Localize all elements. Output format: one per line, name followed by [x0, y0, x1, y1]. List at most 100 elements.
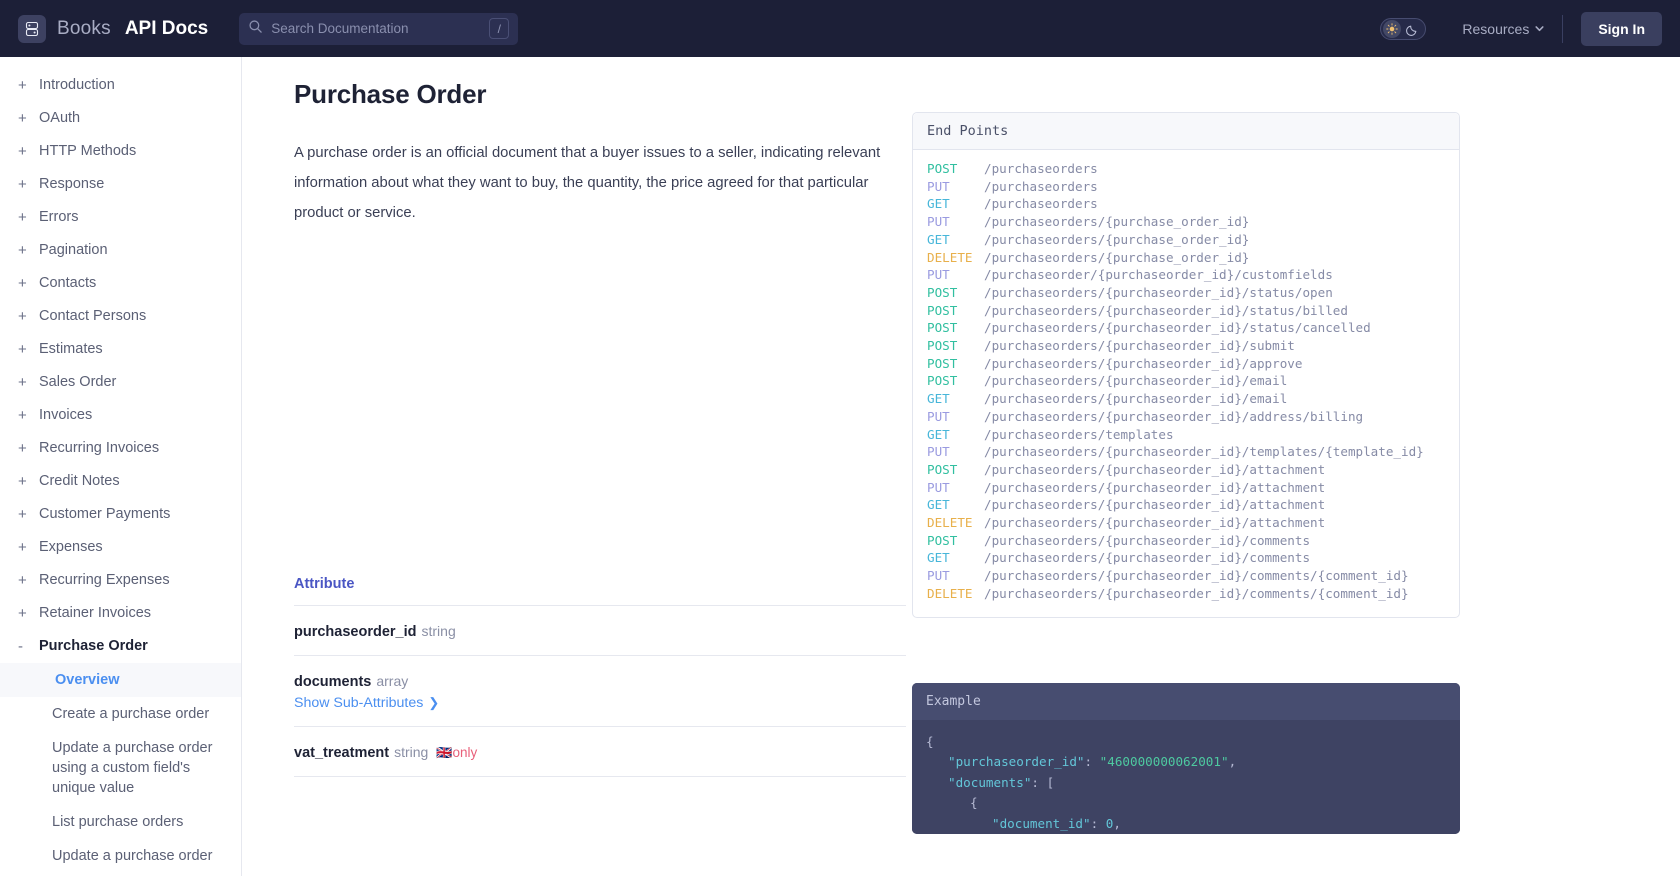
sidebar-nav[interactable]: + Introduction + OAuth + HTTP Methods + Respons… [0, 57, 242, 876]
endpoint-path: /purchaseorders [984, 161, 1098, 176]
endpoint-row[interactable]: PUT/purchaseorders/{purchaseorder_id}/co… [913, 567, 1459, 585]
theme-toggle[interactable] [1380, 17, 1427, 41]
search-container[interactable]: Search Documentation / [239, 12, 519, 45]
endpoint-row[interactable]: DELETE/purchaseorders/{purchaseorder_id}… [913, 514, 1459, 532]
sidebar-item-oauth[interactable]: + OAuth [0, 102, 241, 135]
sidebar-item-retainer-invoices[interactable]: + Retainer Invoices [0, 597, 241, 630]
endpoint-path: /purchaseorders/{purchaseorder_id}/comme… [984, 568, 1409, 584]
endpoint-method: GET [927, 231, 950, 247]
endpoint-row[interactable]: POST/purchaseorders/{purchaseorder_id}/s… [913, 284, 1459, 302]
endpoint-path: /purchaseorders/{purchaseorder_id}/comme… [984, 532, 1311, 548]
endpoint-row[interactable]: POST/purchaseorders/{purchaseorder_id}/s… [913, 302, 1459, 320]
uk-flag-icon: 🇬🇧 [436, 745, 453, 760]
endpoint-row[interactable]: PUT/purchaseorders/{purchaseorder_id}/te… [913, 443, 1459, 461]
signin-button[interactable]: Sign In [1581, 11, 1662, 46]
endpoint-row[interactable]: POST/purchaseorders/{purchaseorder_id}/s… [913, 319, 1459, 337]
endpoint-row[interactable]: POST/purchaseorders/{purchaseorder_id}/a… [913, 461, 1459, 479]
endpoint-method: POST [927, 532, 958, 548]
sidebar-item-label: Credit Notes [39, 473, 120, 489]
code-token-punc: { [970, 795, 978, 811]
code-token-punc: , [1113, 815, 1121, 831]
sidebar-item-sales-order[interactable]: + Sales Order [0, 366, 241, 399]
sidebar-item-customer-payments[interactable]: + Customer Payments [0, 498, 241, 531]
endpoint-row[interactable]: POST/purchaseorders/{purchaseorder_id}/e… [913, 372, 1459, 390]
endpoint-row[interactable]: PUT/purchaseorders/{purchaseorder_id}/at… [913, 479, 1459, 497]
sidebar-subitem-overview[interactable]: Overview [0, 663, 241, 697]
sidebar-subitem-create-a-purchase-order[interactable]: Create a purchase order [0, 697, 241, 731]
endpoint-path: /purchaseorders/{purchaseorder_id}/attac… [984, 515, 1326, 531]
sidebar-item-invoices[interactable]: + Invoices [0, 399, 241, 432]
sidebar-subitem-update-a-purchase-order[interactable]: Update a purchase order [0, 839, 241, 873]
endpoint-row[interactable]: GET/purchaseorders/templates [913, 426, 1459, 444]
sidebar-item-recurring-invoices[interactable]: + Recurring Invoices [0, 432, 241, 465]
sidebar-item-label: HTTP Methods [39, 143, 137, 159]
endpoint-method: DELETE [927, 249, 973, 265]
example-title: Example [912, 682, 1460, 720]
sidebar-item-errors[interactable]: + Errors [0, 201, 241, 234]
sidebar-item-label: Sales Order [39, 374, 117, 390]
sidebar-item-estimates[interactable]: + Estimates [0, 333, 241, 366]
sidebar-item-response[interactable]: + Response [0, 168, 241, 201]
sidebar-item-purchase-order[interactable]: - Purchase Order [0, 630, 241, 663]
endpoint-method: PUT [927, 568, 950, 584]
endpoint-row[interactable]: GET/purchaseorders/{purchaseorder_id}/em… [913, 390, 1459, 408]
attribute-type: array [376, 673, 409, 689]
endpoint-path: /purchaseorders/templates [984, 426, 1174, 442]
sidebar-item-expenses[interactable]: + Expenses [0, 531, 241, 564]
books-logo-icon [18, 14, 46, 43]
sidebar-item-contact-persons[interactable]: + Contact Persons [0, 300, 241, 333]
endpoint-method: GET [927, 497, 950, 513]
sidebar-subitem-list-purchase-orders[interactable]: List purchase orders [0, 805, 241, 839]
attribute-row: vat_treatment string 🇬🇧only [294, 727, 906, 777]
moon-icon [1406, 23, 1419, 41]
endpoint-row[interactable]: POST/purchaseorders/{purchaseorder_id}/s… [913, 337, 1459, 355]
header-actions: Resources Sign In [1380, 11, 1662, 46]
endpoints-list: POST/purchaseorders PUT/purchaseorders GET… [913, 150, 1459, 617]
sidebar-item-label: Response [39, 176, 105, 192]
page-title: Purchase Order [294, 79, 487, 109]
endpoint-row[interactable]: PUT/purchaseorders/{purchase_order_id} [913, 213, 1459, 231]
endpoint-path: /purchaseorders/{purchaseorder_id}/templ… [984, 444, 1424, 460]
endpoint-row[interactable]: PUT/purchaseorders/{purchaseorder_id}/ad… [913, 408, 1459, 426]
sidebar-item-pagination[interactable]: + Pagination [0, 234, 241, 267]
expand-icon: + [18, 341, 27, 358]
search-icon [248, 19, 263, 39]
show-sub-attributes-link[interactable]: Show Sub-Attributes [294, 695, 423, 711]
endpoint-method: DELETE [927, 515, 973, 531]
sidebar-item-label: Recurring Expenses [39, 572, 170, 588]
sidebar-item-credit-notes[interactable]: + Credit Notes [0, 465, 241, 498]
sidebar-item-introduction[interactable]: + Introduction [0, 69, 241, 102]
search-box[interactable]: Search Documentation / [239, 12, 519, 45]
endpoint-row[interactable]: POST/purchaseorders/{purchaseorder_id}/c… [913, 532, 1459, 550]
endpoint-row[interactable]: GET/purchaseorders/{purchase_order_id} [913, 231, 1459, 249]
expand-icon: + [18, 242, 27, 259]
sidebar-item-contacts[interactable]: + Contacts [0, 267, 241, 300]
attribute-name: vat_treatment [294, 745, 390, 761]
brand[interactable]: Books API Docs [18, 14, 208, 43]
endpoint-row[interactable]: GET/purchaseorders/{purchaseorder_id}/co… [913, 549, 1459, 567]
endpoint-row[interactable]: PUT/purchaseorder/{purchaseorder_id}/cus… [913, 266, 1459, 284]
code-line: "documents": [ [926, 773, 1446, 794]
endpoint-row[interactable]: GET/purchaseorders/{purchaseorder_id}/at… [913, 496, 1459, 514]
sidebar-item-http-methods[interactable]: + HTTP Methods [0, 135, 241, 168]
endpoint-method: PUT [927, 178, 950, 194]
endpoint-row[interactable]: PUT/purchaseorders [913, 178, 1459, 196]
endpoint-method: PUT [927, 267, 950, 283]
sidebar-subitem-update-a-purchase-order-using-a-custom-f[interactable]: Update a purchase order using a custom f… [0, 731, 241, 805]
resources-menu[interactable]: Resources [1462, 21, 1545, 37]
endpoint-row[interactable]: POST/purchaseorders [913, 160, 1459, 178]
endpoint-method: GET [927, 550, 950, 566]
sidebar-item-label: Pagination [39, 242, 108, 258]
attributes-header: Attribute [294, 576, 906, 606]
endpoint-row[interactable]: POST/purchaseorders/{purchaseorder_id}/a… [913, 355, 1459, 373]
search-shortcut-key: / [489, 18, 510, 39]
endpoint-row[interactable]: DELETE/purchaseorders/{purchaseorder_id}… [913, 585, 1459, 603]
endpoint-row[interactable]: DELETE/purchaseorders/{purchase_order_id… [913, 249, 1459, 267]
endpoint-row[interactable]: GET/purchaseorders [913, 195, 1459, 213]
sidebar-item-label: Errors [39, 209, 79, 225]
endpoint-method: POST [927, 373, 958, 389]
sidebar-item-recurring-expenses[interactable]: + Recurring Expenses [0, 564, 241, 597]
code-token-str: "460000000062001" [1099, 754, 1229, 770]
expand-icon: + [18, 506, 27, 523]
search-input[interactable]: Search Documentation [271, 21, 481, 36]
